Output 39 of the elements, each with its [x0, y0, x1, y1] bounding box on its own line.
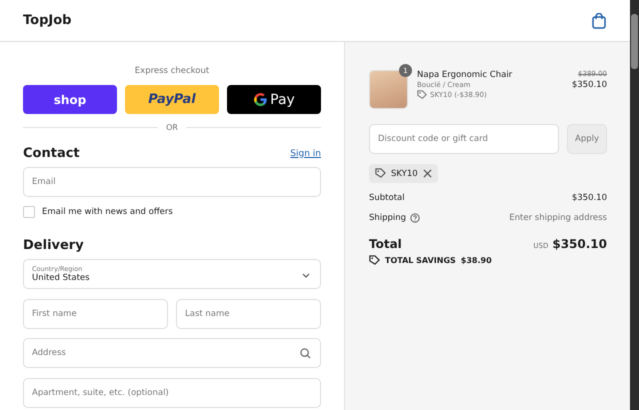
contact-heading: Contact [23, 146, 80, 161]
total-savings-value: $38.90 [460, 256, 492, 265]
newsletter-label: Email me with news and offers [42, 207, 173, 217]
address-field[interactable]: Address [23, 338, 321, 368]
paypal-button[interactable]: PayPal [125, 85, 219, 114]
apartment-field[interactable]: Apartment, suite, etc. (optional) [23, 378, 321, 408]
subtotal-label: Subtotal [369, 193, 405, 203]
brand-name[interactable]: TopJob [23, 13, 72, 28]
total-savings-label: TOTAL SAVINGS [385, 256, 456, 265]
newsletter-checkbox[interactable] [23, 206, 35, 218]
subtotal-value: $350.10 [572, 193, 607, 203]
or-divider-text: OR [166, 123, 178, 132]
google-logo-icon [253, 92, 268, 107]
tag-icon [417, 90, 427, 100]
shipping-label: Shipping [369, 213, 406, 223]
help-icon[interactable] [410, 213, 420, 223]
express-checkout-title: Express checkout [134, 66, 210, 76]
discount-code: SKY10 [391, 168, 418, 178]
google-pay-button[interactable]: Pay [227, 85, 321, 114]
email-field[interactable]: Email [23, 167, 321, 197]
first-name-field[interactable]: First name [23, 299, 168, 329]
product-name: Napa Ergonomic Chair [417, 70, 514, 80]
shop-pay-button[interactable]: shop [23, 85, 117, 114]
tag-icon [369, 255, 380, 266]
discount-code-field[interactable]: Discount code or gift card [369, 124, 559, 154]
sign-in-link[interactable]: Sign in [290, 148, 321, 158]
total-label: Total [369, 237, 402, 251]
close-icon[interactable] [422, 169, 432, 178]
search-icon[interactable] [300, 348, 311, 359]
last-name-field[interactable]: Last name [176, 299, 321, 329]
item-price: $350.10 [572, 80, 607, 90]
tag-icon [375, 168, 386, 179]
delivery-heading: Delivery [23, 238, 85, 253]
total-value: $350.10 [552, 237, 607, 251]
apply-button[interactable]: Apply [567, 124, 607, 154]
scrollbar[interactable] [630, 0, 639, 410]
chevron-down-icon [302, 273, 310, 278]
shipping-value: Enter shipping address [509, 213, 607, 223]
shopping-bag-icon[interactable] [592, 12, 606, 28]
